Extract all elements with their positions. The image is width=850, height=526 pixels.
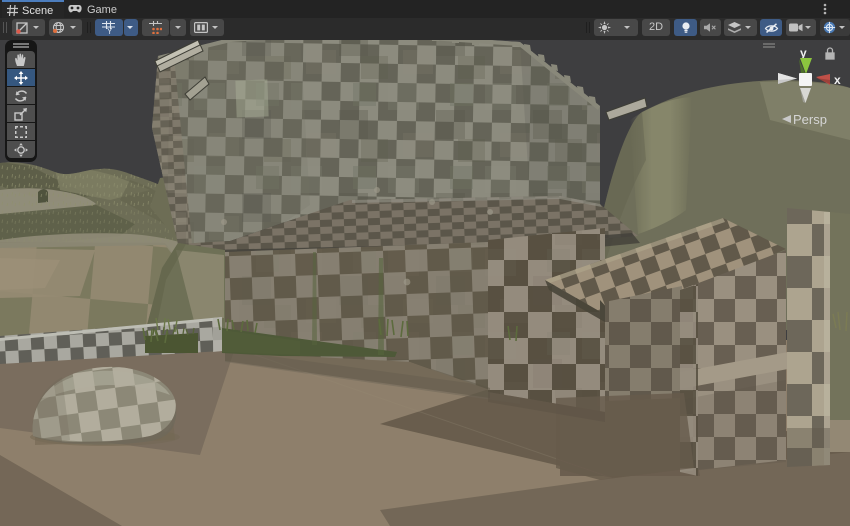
svg-text:y: y: [800, 46, 807, 60]
svg-text:x: x: [834, 73, 841, 87]
svg-text:Persp: Persp: [793, 112, 827, 127]
svg-text:Y: Y: [107, 27, 113, 34]
